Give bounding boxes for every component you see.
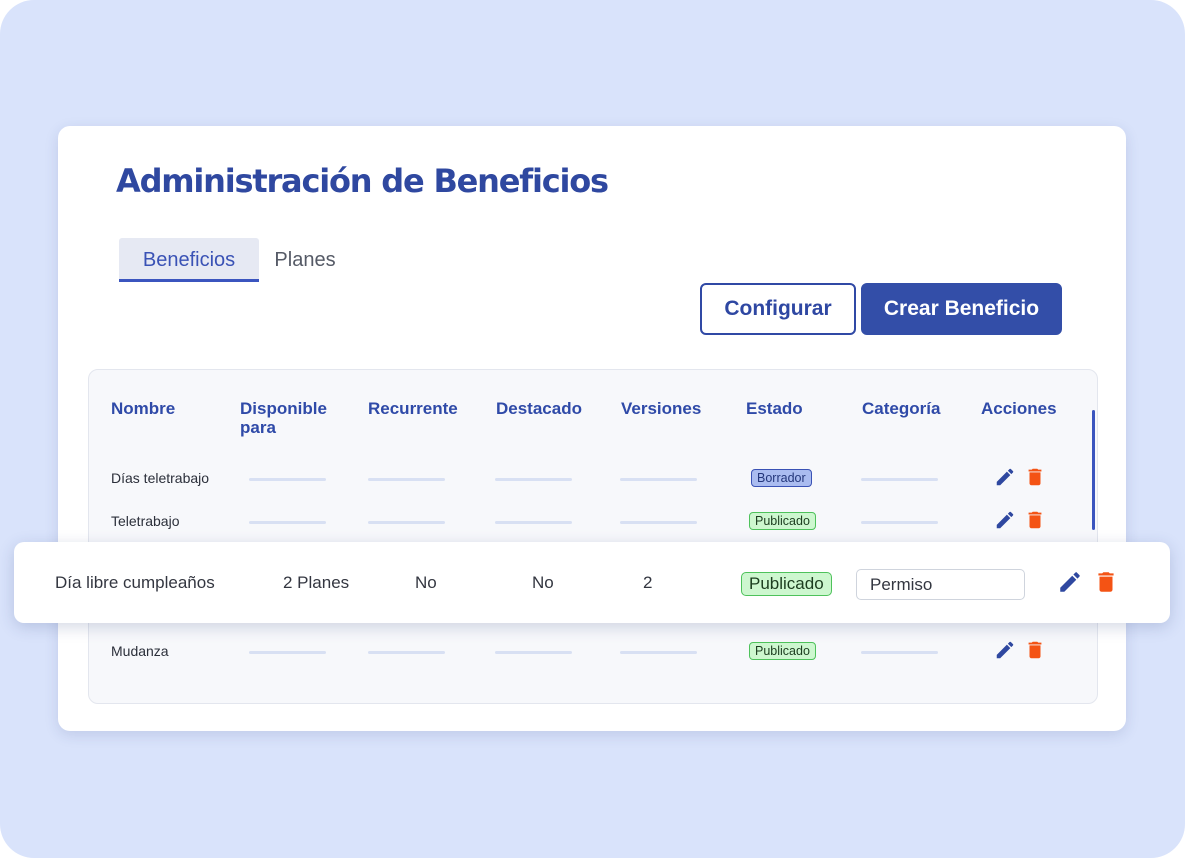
placeholder-bar <box>249 651 326 654</box>
header-acciones: Acciones <box>981 399 1057 418</box>
table-row[interactable]: Mudanza Publicado <box>89 637 1097 667</box>
header-destacado: Destacado <box>496 399 582 418</box>
header-versiones: Versiones <box>621 399 702 418</box>
page-title: Administración de Beneficios <box>116 162 609 200</box>
benefit-name: Mudanza <box>111 643 169 659</box>
category-select[interactable]: Permiso <box>856 569 1025 600</box>
configure-button[interactable]: Configurar <box>700 283 856 335</box>
trash-icon[interactable] <box>1024 639 1046 661</box>
versions-value: 2 <box>643 573 653 592</box>
status-badge: Publicado <box>741 572 832 596</box>
trash-icon[interactable] <box>1024 509 1046 531</box>
placeholder-bar <box>495 521 572 524</box>
tab-planes[interactable]: Planes <box>258 238 352 282</box>
header-nombre: Nombre <box>111 399 176 418</box>
pencil-icon[interactable] <box>1057 569 1083 595</box>
placeholder-bar <box>620 521 697 524</box>
tab-beneficios[interactable]: Beneficios <box>119 238 259 282</box>
status-badge: Publicado <box>749 512 816 530</box>
available-for: 2 Planes <box>283 573 350 592</box>
header-categoria: Categoría <box>862 399 941 418</box>
pencil-icon[interactable] <box>994 639 1016 661</box>
trash-icon[interactable] <box>1024 466 1046 488</box>
pencil-icon[interactable] <box>994 509 1016 531</box>
placeholder-bar <box>249 521 326 524</box>
placeholder-bar <box>249 478 326 481</box>
pencil-icon[interactable] <box>994 466 1016 488</box>
highlighted-table-row[interactable]: Día libre cumpleaños 2 Planes No No 2 Pu… <box>14 542 1170 623</box>
status-badge: Publicado <box>749 642 816 660</box>
table-row[interactable]: Días teletrabajo Borrador <box>89 464 1097 494</box>
header-estado: Estado <box>746 399 803 418</box>
placeholder-bar <box>368 651 445 654</box>
header-recurrente: Recurrente <box>368 399 458 418</box>
placeholder-bar <box>368 521 445 524</box>
benefit-name: Día libre cumpleaños <box>55 573 215 592</box>
placeholder-bar <box>620 478 697 481</box>
benefits-admin-card: Administración de Beneficios Beneficios … <box>58 126 1126 731</box>
placeholder-bar <box>495 651 572 654</box>
featured-value: No <box>532 573 554 592</box>
benefit-name: Teletrabajo <box>111 513 180 529</box>
placeholder-bar <box>861 521 938 524</box>
placeholder-bar <box>620 651 697 654</box>
table-row[interactable]: Teletrabajo Publicado <box>89 507 1097 537</box>
placeholder-bar <box>495 478 572 481</box>
trash-icon[interactable] <box>1093 569 1119 595</box>
benefits-table: Nombre Disponible para Recurrente Destac… <box>88 369 1098 704</box>
recurring-value: No <box>415 573 437 592</box>
placeholder-bar <box>861 651 938 654</box>
create-benefit-button[interactable]: Crear Beneficio <box>861 283 1062 335</box>
header-disponible-para: Disponible para <box>240 399 327 437</box>
status-badge: Borrador <box>751 469 812 487</box>
placeholder-bar <box>861 478 938 481</box>
benefit-name: Días teletrabajo <box>111 470 210 486</box>
placeholder-bar <box>368 478 445 481</box>
